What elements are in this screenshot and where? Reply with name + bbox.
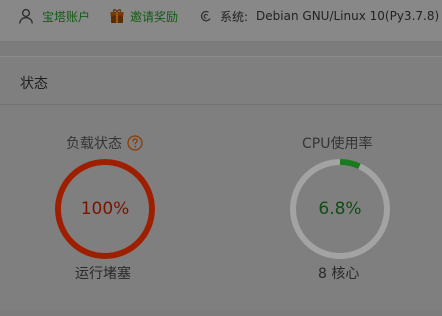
top-bar: 宝塔账户 邀请奖励 系统: Debian GNU/Linux 10(Py3.7.…	[0, 0, 442, 42]
invite-link[interactable]: 邀请奖励	[110, 0, 178, 32]
gift-icon	[110, 8, 124, 24]
system-value: Debian GNU/Linux 10(Py3.7.8)	[256, 9, 440, 23]
load-gauge[interactable]: 100%	[53, 157, 157, 261]
account-link[interactable]: 宝塔账户	[18, 0, 90, 32]
load-status: 运行堵塞	[75, 266, 131, 282]
panel-header: 状态	[0, 57, 442, 105]
cpu-label-text: CPU使用率	[302, 136, 373, 152]
load-label: 负载状态	[66, 133, 143, 153]
user-icon	[18, 8, 34, 24]
status-panel: 状态 负载状态 100% 运行堵塞 CPU使用率 6.8% 8 核心	[0, 56, 442, 310]
load-label-text: 负载状态	[66, 136, 122, 152]
question-icon[interactable]	[127, 135, 143, 151]
cpu-label: CPU使用率	[302, 133, 372, 153]
invite-label: 邀请奖励	[130, 9, 179, 24]
cpu-cores: 8 核心	[318, 266, 360, 282]
load-value: 100%	[80, 199, 130, 219]
cpu-value: 6.8%	[318, 199, 362, 219]
account-label: 宝塔账户	[42, 9, 91, 24]
system-label: 系统:	[220, 9, 249, 24]
panel-title: 状态	[20, 76, 48, 92]
debian-icon	[199, 9, 213, 23]
system-info: 系统: Debian GNU/Linux 10(Py3.7.8)	[199, 0, 439, 32]
cpu-gauge[interactable]: 6.8%	[288, 157, 392, 261]
